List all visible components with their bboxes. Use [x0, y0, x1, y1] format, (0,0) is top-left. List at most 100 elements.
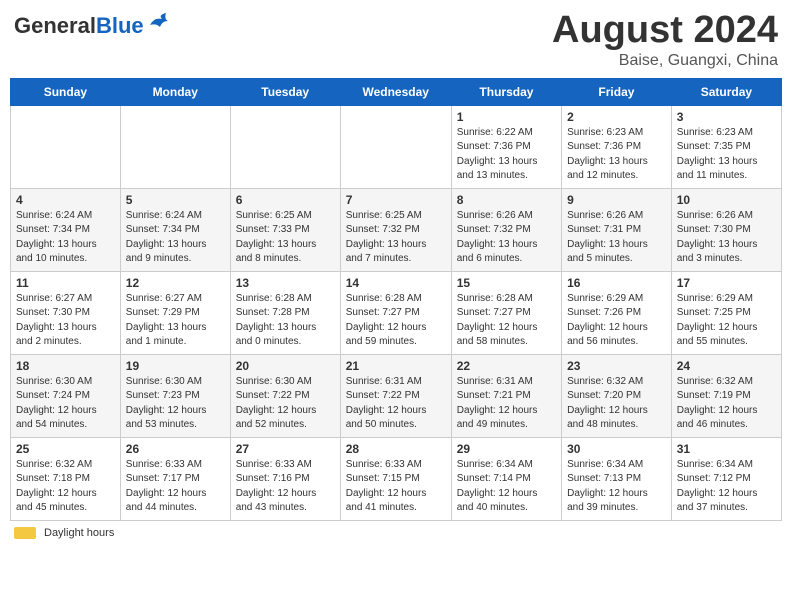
day-info: Sunrise: 6:32 AM Sunset: 7:19 PM Dayligh… [677, 375, 776, 433]
day-number: 25 [16, 442, 115, 456]
day-info: Sunrise: 6:30 AM Sunset: 7:23 PM Dayligh… [126, 375, 225, 433]
calendar-cell: 29Sunrise: 6:34 AM Sunset: 7:14 PM Dayli… [451, 437, 561, 520]
day-info: Sunrise: 6:27 AM Sunset: 7:29 PM Dayligh… [126, 292, 225, 350]
day-info: Sunrise: 6:25 AM Sunset: 7:33 PM Dayligh… [236, 209, 335, 267]
calendar-cell: 10Sunrise: 6:26 AM Sunset: 7:30 PM Dayli… [671, 188, 781, 271]
day-number: 16 [567, 276, 666, 290]
calendar-cell: 23Sunrise: 6:32 AM Sunset: 7:20 PM Dayli… [562, 354, 672, 437]
day-info: Sunrise: 6:24 AM Sunset: 7:34 PM Dayligh… [16, 209, 115, 267]
day-info: Sunrise: 6:34 AM Sunset: 7:12 PM Dayligh… [677, 458, 776, 516]
calendar-cell: 19 Sunrise: 6:30 AM Sunset: 7:23 PM Dayli… [120, 354, 230, 437]
day-info: Sunrise: 6:31 AM Sunset: 7:21 PM Dayligh… [457, 375, 556, 433]
day-number: 10 [677, 193, 776, 207]
calendar-cell: 31 Sunrise: 6:34 AM Sunset: 7:12 PM Dayli… [671, 437, 781, 520]
calendar-cell: 26Sunrise: 6:33 AM Sunset: 7:17 PM Dayli… [120, 437, 230, 520]
day-info: Sunrise: 6:30 AM Sunset: 7:24 PM Dayligh… [16, 375, 115, 433]
day-info: Sunrise: 6:29 AM Sunset: 7:26 PM Dayligh… [567, 292, 666, 350]
calendar-cell: 11 Sunrise: 6:27 AM Sunset: 7:30 PM Dayli… [11, 271, 121, 354]
calendar-cell: 27 Sunrise: 6:33 AM Sunset: 7:16 PM Dayli… [230, 437, 340, 520]
day-number: 17 [677, 276, 776, 290]
day-info: Sunrise: 6:23 AM Sunset: 7:36 PM Dayligh… [567, 126, 666, 184]
day-number: 15 [457, 276, 556, 290]
calendar-cell: 2 Sunrise: 6:23 AM Sunset: 7:36 PM Daylig… [562, 105, 672, 188]
day-number: 13 [236, 276, 335, 290]
day-number: 19 [126, 359, 225, 373]
day-number: 21 [346, 359, 446, 373]
calendar-cell: 5 Sunrise: 6:24 AM Sunset: 7:34 PM Daylig… [120, 188, 230, 271]
day-info: Sunrise: 6:29 AM Sunset: 7:25 PM Dayligh… [677, 292, 776, 350]
calendar-cell: 15Sunrise: 6:28 AM Sunset: 7:27 PM Dayli… [451, 271, 561, 354]
logo: GeneralBlue [14, 10, 170, 38]
day-number: 11 [16, 276, 115, 290]
location-subtitle: Baise, Guangxi, China [552, 52, 778, 70]
day-number: 22 [457, 359, 556, 373]
day-number: 18 [16, 359, 115, 373]
weekday-header-sunday: Sunday [11, 78, 121, 105]
legend-area: Daylight hours [10, 527, 782, 539]
day-number: 27 [236, 442, 335, 456]
calendar-body: 1 Sunrise: 6:22 AM Sunset: 7:36 PM Daylig… [11, 105, 782, 520]
calendar-cell: 14 Sunrise: 6:28 AM Sunset: 7:27 PM Dayli… [340, 271, 451, 354]
calendar-cell [11, 105, 121, 188]
calendar-cell: 25 Sunrise: 6:32 AM Sunset: 7:18 PM Dayli… [11, 437, 121, 520]
calendar-cell [340, 105, 451, 188]
day-number: 8 [457, 193, 556, 207]
weekday-header-thursday: Thursday [451, 78, 561, 105]
calendar-cell: 24 Sunrise: 6:32 AM Sunset: 7:19 PM Dayli… [671, 354, 781, 437]
weekday-header-row: SundayMondayTuesdayWednesdayThursdayFrid… [11, 78, 782, 105]
weekday-header-saturday: Saturday [671, 78, 781, 105]
day-info: Sunrise: 6:26 AM Sunset: 7:32 PM Dayligh… [457, 209, 556, 267]
day-number: 1 [457, 110, 556, 124]
calendar-week-row: 18 Sunrise: 6:30 AM Sunset: 7:24 PM Dayli… [11, 354, 782, 437]
calendar-cell: 7 Sunrise: 6:25 AM Sunset: 7:32 PM Daylig… [340, 188, 451, 271]
day-info: Sunrise: 6:32 AM Sunset: 7:18 PM Dayligh… [16, 458, 115, 516]
calendar-cell: 16 Sunrise: 6:29 AM Sunset: 7:26 PM Dayli… [562, 271, 672, 354]
calendar-cell: 13Sunrise: 6:28 AM Sunset: 7:28 PM Dayli… [230, 271, 340, 354]
day-number: 7 [346, 193, 446, 207]
calendar-week-row: 4Sunrise: 6:24 AM Sunset: 7:34 PM Daylig… [11, 188, 782, 271]
day-info: Sunrise: 6:34 AM Sunset: 7:13 PM Dayligh… [567, 458, 666, 516]
weekday-header-monday: Monday [120, 78, 230, 105]
day-info: Sunrise: 6:30 AM Sunset: 7:22 PM Dayligh… [236, 375, 335, 433]
day-info: Sunrise: 6:31 AM Sunset: 7:22 PM Dayligh… [346, 375, 446, 433]
day-number: 9 [567, 193, 666, 207]
day-info: Sunrise: 6:28 AM Sunset: 7:27 PM Dayligh… [346, 292, 446, 350]
weekday-header-friday: Friday [562, 78, 672, 105]
day-number: 5 [126, 193, 225, 207]
title-block: August 2024 Baise, Guangxi, China [552, 10, 778, 70]
calendar-cell [230, 105, 340, 188]
day-number: 20 [236, 359, 335, 373]
month-year-title: August 2024 [552, 10, 778, 52]
day-number: 14 [346, 276, 446, 290]
calendar-cell: 6 Sunrise: 6:25 AM Sunset: 7:33 PM Daylig… [230, 188, 340, 271]
bird-icon [148, 13, 170, 31]
calendar-cell: 17 Sunrise: 6:29 AM Sunset: 7:25 PM Dayli… [671, 271, 781, 354]
day-number: 6 [236, 193, 335, 207]
legend-label: Daylight hours [44, 527, 114, 539]
weekday-header-wednesday: Wednesday [340, 78, 451, 105]
calendar-cell: 18 Sunrise: 6:30 AM Sunset: 7:24 PM Dayli… [11, 354, 121, 437]
page-header: GeneralBlue August 2024 Baise, Guangxi, … [10, 10, 782, 70]
day-number: 2 [567, 110, 666, 124]
day-info: Sunrise: 6:26 AM Sunset: 7:31 PM Dayligh… [567, 209, 666, 267]
logo-blue: Blue [96, 13, 144, 38]
calendar-table: SundayMondayTuesdayWednesdayThursdayFrid… [10, 78, 782, 521]
calendar-week-row: 1 Sunrise: 6:22 AM Sunset: 7:36 PM Daylig… [11, 105, 782, 188]
calendar-cell: 8 Sunrise: 6:26 AM Sunset: 7:32 PM Daylig… [451, 188, 561, 271]
calendar-cell: 22 Sunrise: 6:31 AM Sunset: 7:21 PM Dayli… [451, 354, 561, 437]
calendar-week-row: 11 Sunrise: 6:27 AM Sunset: 7:30 PM Dayli… [11, 271, 782, 354]
day-info: Sunrise: 6:33 AM Sunset: 7:16 PM Dayligh… [236, 458, 335, 516]
calendar-cell: 9 Sunrise: 6:26 AM Sunset: 7:31 PM Daylig… [562, 188, 672, 271]
day-number: 24 [677, 359, 776, 373]
day-info: Sunrise: 6:32 AM Sunset: 7:20 PM Dayligh… [567, 375, 666, 433]
day-info: Sunrise: 6:25 AM Sunset: 7:32 PM Dayligh… [346, 209, 446, 267]
day-number: 28 [346, 442, 446, 456]
day-info: Sunrise: 6:24 AM Sunset: 7:34 PM Dayligh… [126, 209, 225, 267]
day-info: Sunrise: 6:27 AM Sunset: 7:30 PM Dayligh… [16, 292, 115, 350]
calendar-cell [120, 105, 230, 188]
day-info: Sunrise: 6:22 AM Sunset: 7:36 PM Dayligh… [457, 126, 556, 184]
calendar-cell: 12Sunrise: 6:27 AM Sunset: 7:29 PM Dayli… [120, 271, 230, 354]
calendar-cell: 28Sunrise: 6:33 AM Sunset: 7:15 PM Dayli… [340, 437, 451, 520]
day-number: 31 [677, 442, 776, 456]
logo-general: General [14, 13, 96, 38]
